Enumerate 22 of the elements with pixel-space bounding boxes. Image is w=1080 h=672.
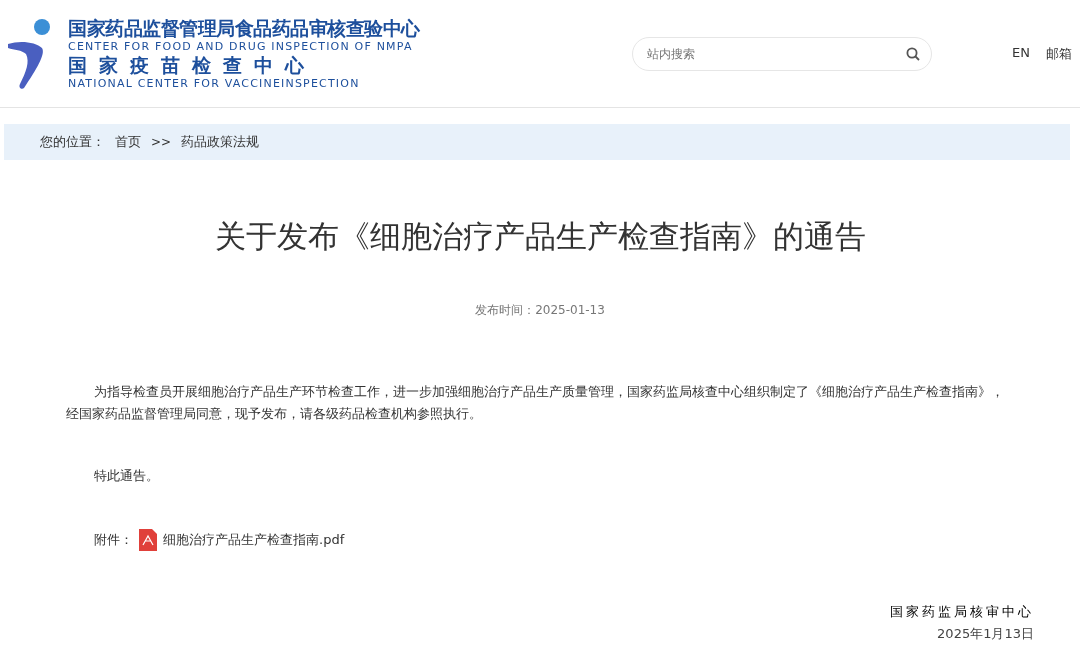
signature-organization: 国家药监局核审中心 bbox=[890, 603, 1034, 621]
pdf-icon bbox=[139, 529, 157, 551]
signature-date: 2025年1月13日 bbox=[937, 625, 1034, 643]
publish-time: 发布时间：2025-01-13 bbox=[474, 302, 606, 319]
site-subtitle-english: NATIONAL CENTER FOR VACCINEINSPECTION bbox=[68, 76, 361, 91]
article-paragraph: 为指导检查员开展细胞治疗产品生产环节检查工作，进一步加强细胞治疗产品生产质量管理，国家药监局核查中心组织制定了《细胞治疗产品生产检查指南》，经国家药品监督管理局同意，现予发布，请各级药品检查机构参照执行。 bbox=[66, 383, 1005, 423]
article-paragraph: 特此通告。 bbox=[93, 467, 160, 485]
breadcrumb-link[interactable]: 药品政策法规 bbox=[181, 133, 260, 151]
header-link[interactable]: 邮箱 bbox=[1046, 44, 1072, 63]
site-title-english: CENTER FOR FOOD AND DRUG INSPECTION OF NMPA bbox=[68, 39, 414, 54]
breadcrumb-label: 您的位置： bbox=[40, 133, 105, 151]
search-icon[interactable] bbox=[906, 46, 920, 61]
search-field[interactable]: 站内搜索 bbox=[632, 36, 932, 71]
site-title: 国家药品监督管理局食品药品审核查验中心 bbox=[68, 16, 420, 40]
article-title: 关于发布《细胞治疗产品生产检查指南》的通告 bbox=[213, 217, 867, 256]
logo-icon bbox=[6, 17, 52, 90]
header-link[interactable]: EN bbox=[1012, 44, 1030, 63]
site-subtitle: 国家疫苗检查中心 bbox=[68, 53, 317, 77]
breadcrumb-separator: >> bbox=[151, 135, 172, 149]
attachment-label: 附件： bbox=[94, 531, 133, 549]
breadcrumb-link[interactable]: 首页 bbox=[115, 133, 141, 151]
attachment-link[interactable]: 细胞治疗产品生产检查指南.pdf bbox=[163, 531, 345, 549]
